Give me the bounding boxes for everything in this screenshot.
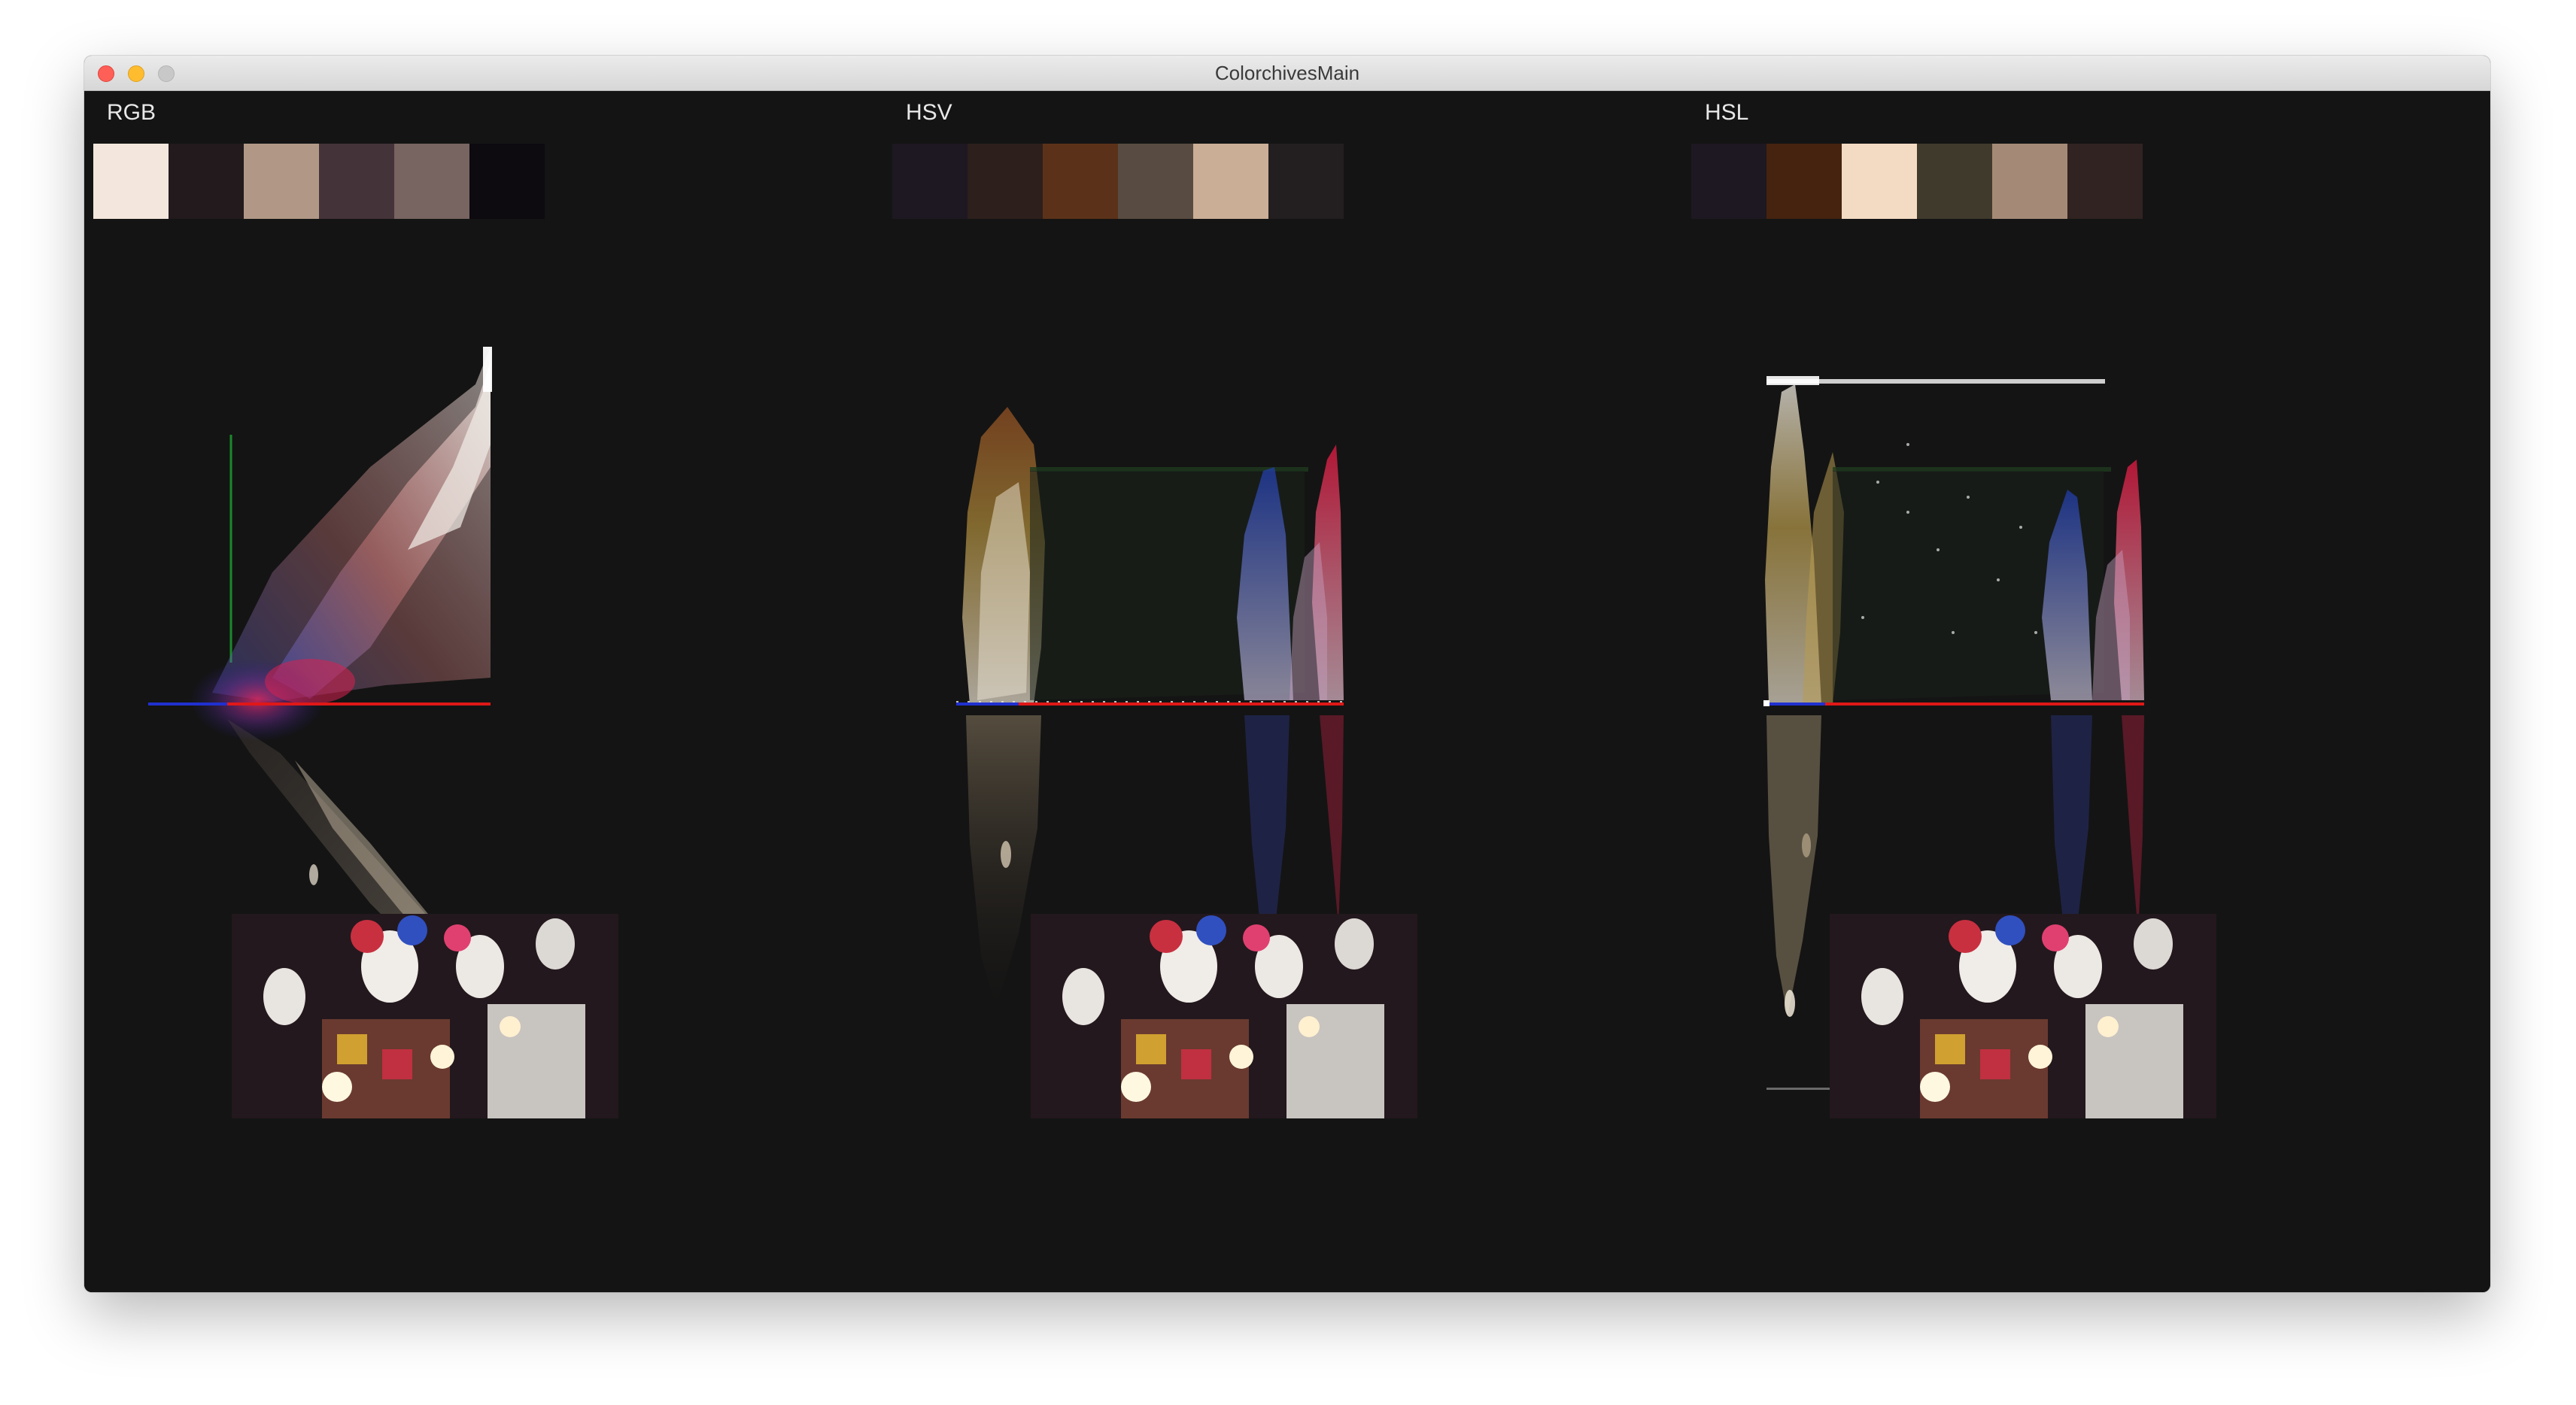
source-photo-hsl: [1830, 914, 2216, 1118]
source-photo-rgb: [232, 914, 618, 1118]
window-title: ColorchivesMain: [1214, 62, 1360, 84]
source-photo-hsv: [1031, 914, 1417, 1118]
app-window: ColorchivesMain RGB HSV HSL: [84, 56, 2490, 1292]
main-canvas: RGB HSV HSL: [84, 91, 2490, 1292]
hsl-reflection: [1766, 715, 1821, 1016]
title-bar: ColorchivesMain: [84, 56, 2490, 91]
